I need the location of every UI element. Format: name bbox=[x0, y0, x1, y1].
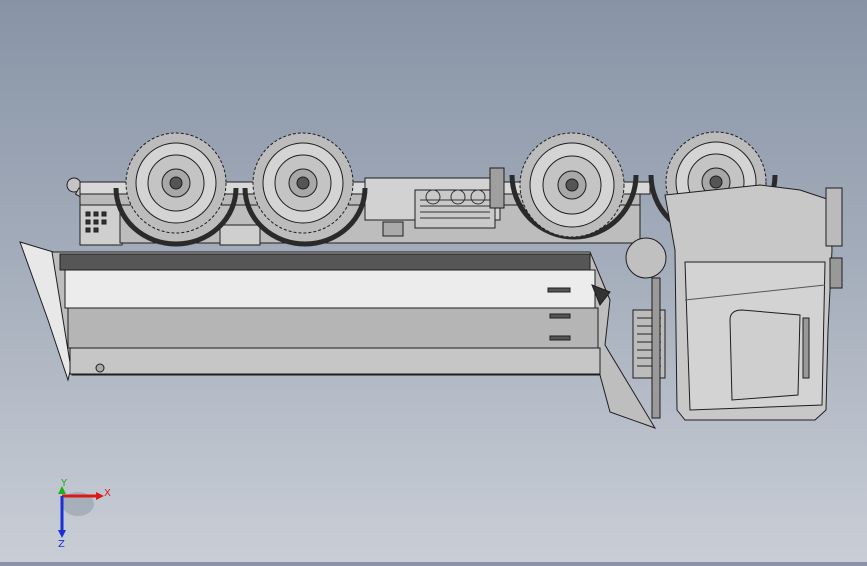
cad-graphics-viewport[interactable] bbox=[0, 0, 867, 562]
x-axis-label: X bbox=[104, 488, 111, 499]
wheel-3 bbox=[519, 132, 625, 238]
round-tank bbox=[625, 237, 667, 279]
truck-model-drawing[interactable] bbox=[0, 0, 867, 562]
rear-bracket bbox=[79, 204, 123, 246]
cab bbox=[664, 184, 843, 421]
wheel-1 bbox=[125, 132, 227, 234]
z-axis-label: Z bbox=[58, 539, 65, 548]
dump-body bbox=[19, 241, 657, 429]
y-axis-label: Y bbox=[60, 478, 68, 489]
axis-triad-graphic: X Y Z bbox=[58, 478, 111, 550]
axis-triad: X Y Z bbox=[40, 478, 130, 550]
wheel-2 bbox=[252, 132, 354, 234]
